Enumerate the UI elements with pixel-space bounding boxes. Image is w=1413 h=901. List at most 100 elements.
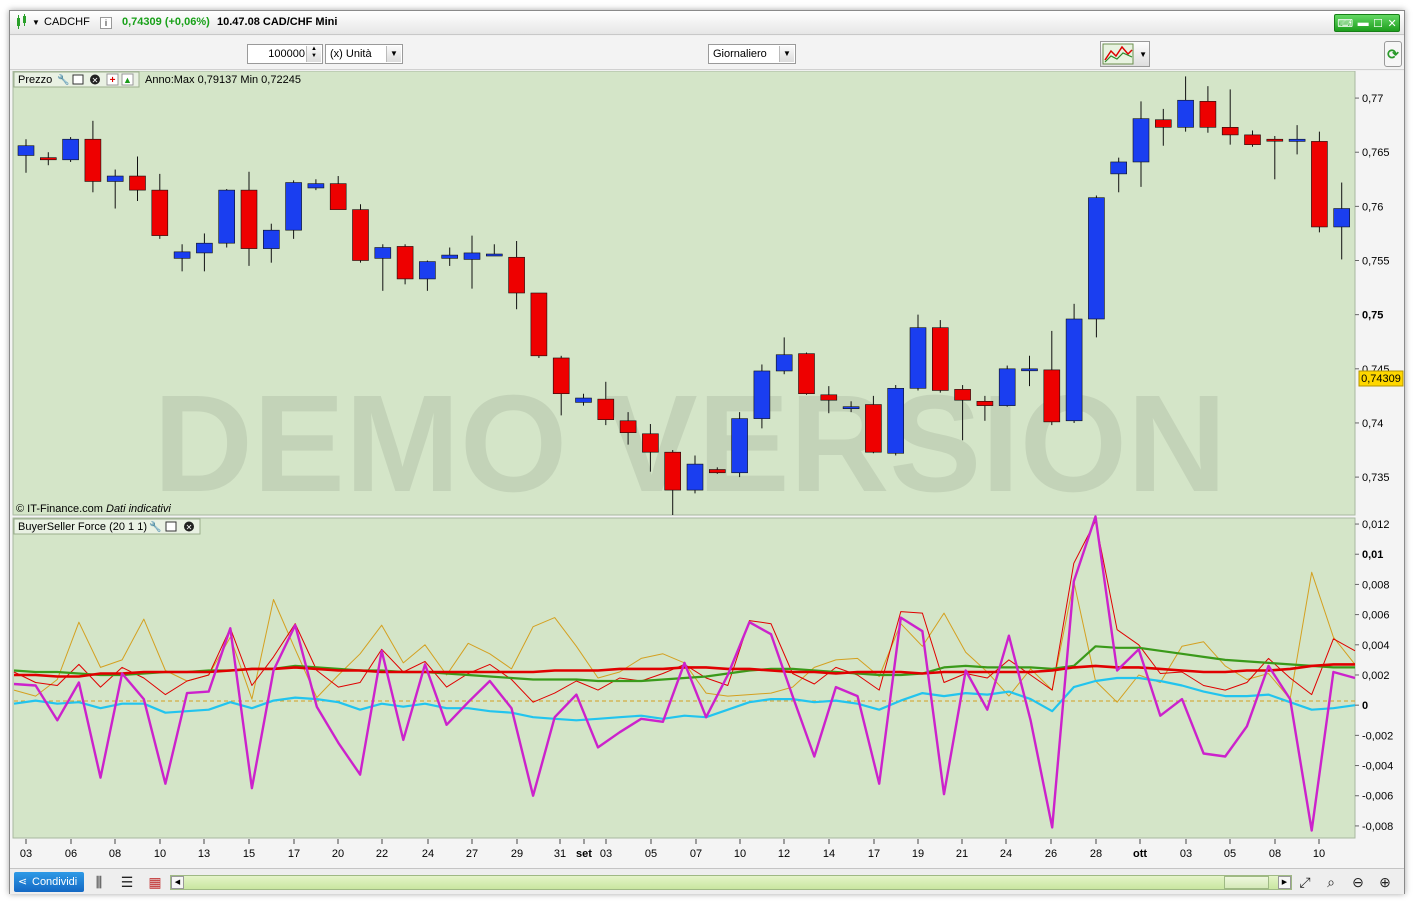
- y-tick-label: 0,006: [1362, 610, 1390, 622]
- candle-bear: [664, 451, 682, 491]
- zoom-out-icon[interactable]: ⊖: [1349, 873, 1367, 891]
- share-icon: ⋖: [18, 876, 28, 888]
- zoom-fit-icon[interactable]: ⌕: [1322, 873, 1340, 891]
- list-icon[interactable]: ☰: [118, 873, 136, 891]
- candle-bull: [263, 229, 280, 249]
- window-icon[interactable]: [72, 74, 84, 85]
- refresh-icon[interactable]: ⟳: [1384, 41, 1402, 67]
- grid-icon[interactable]: ▦: [146, 873, 164, 891]
- chevron-down-icon[interactable]: ▼: [386, 46, 401, 62]
- wrench-icon[interactable]: 🔧: [149, 520, 161, 533]
- wrench-icon[interactable]: 🔧: [57, 73, 69, 86]
- y-tick-label: 0,01: [1362, 549, 1383, 561]
- indicator-title: BuyerSeller Force (20 1 1): [18, 521, 147, 533]
- maximize-icon[interactable]: ☐: [1373, 17, 1383, 30]
- unit-value: (x) Unità: [330, 48, 372, 60]
- candle-bull: [731, 418, 748, 474]
- candle-bull: [842, 406, 860, 410]
- x-tick-label: 26: [1045, 848, 1057, 860]
- stepper-arrows-icon[interactable]: ▲ ▼: [306, 46, 321, 62]
- y-tick-label: 0,77: [1362, 93, 1383, 105]
- x-tick-label: 24: [422, 848, 434, 860]
- candle-bear: [552, 357, 570, 395]
- bottom-bar: ⋖ Condividi ⫼ ☰ ▦ ◀ ▶ ⤢ ⌕ ⊖ ⊕: [10, 868, 1404, 894]
- x-tick-label: 15: [243, 848, 255, 860]
- candle-bear: [1199, 101, 1217, 128]
- x-tick-label: 10: [1313, 848, 1325, 860]
- candle-bull: [106, 175, 124, 182]
- scroll-left-icon[interactable]: ◀: [171, 876, 184, 889]
- chevron-down-icon[interactable]: ▼: [1139, 50, 1147, 59]
- candle-bull: [218, 189, 235, 244]
- candle-bear: [1043, 369, 1061, 423]
- unit-select[interactable]: (x) Unità ▼: [325, 44, 403, 64]
- credit: © IT-Finance.com: [16, 503, 103, 515]
- candle-bull: [1288, 138, 1306, 142]
- candle-bear: [396, 246, 414, 280]
- x-tick-label: 22: [376, 848, 388, 860]
- minimize-icon[interactable]: ▬: [1358, 17, 1369, 29]
- candle-bear: [820, 394, 838, 401]
- candle-bull: [1088, 197, 1105, 320]
- chart-style-button[interactable]: ▼: [1100, 41, 1150, 67]
- y-tick-label: -0,002: [1362, 730, 1393, 742]
- keyboard-icon[interactable]: ⌨: [1337, 17, 1353, 30]
- x-tick-label: 17: [868, 848, 880, 860]
- horizontal-scrollbar[interactable]: ◀ ▶: [170, 875, 1292, 890]
- y-tick-label: -0,004: [1362, 761, 1393, 773]
- x-tick-label: 14: [823, 848, 835, 860]
- x-tick-label: 27: [466, 848, 478, 860]
- pointer-tool-icon[interactable]: ⤢: [1296, 873, 1314, 891]
- candle-bull: [173, 251, 191, 259]
- scroll-right-icon[interactable]: ▶: [1278, 876, 1291, 889]
- x-tick-label: 24: [1000, 848, 1012, 860]
- chevron-down-icon[interactable]: ▼: [779, 46, 794, 62]
- candle-bear: [597, 398, 615, 421]
- up-arrow-glyph: ▲: [123, 75, 132, 85]
- x-tick-label: 03: [600, 848, 612, 860]
- candle-bull: [463, 252, 481, 260]
- y-tick-label: 0: [1362, 700, 1368, 712]
- symbol-dropdown-icon[interactable]: ▼: [32, 18, 40, 27]
- zoom-in-icon[interactable]: ⊕: [1376, 873, 1394, 891]
- order-toolbar: 100000 ▲ ▼ (x) Unità ▼ Giornaliero ▼ ▼ ⟳: [10, 36, 1404, 70]
- x-tick-label: 10: [734, 848, 746, 860]
- quantity-stepper[interactable]: 100000 ▲ ▼: [247, 44, 323, 64]
- candle-bear: [865, 404, 882, 453]
- y-tick-label: 0,755: [1362, 256, 1390, 268]
- title-bar: ▼ CADCHF i 0,74309 (+0,06%) 10.47.08 CAD…: [10, 11, 1404, 35]
- price-panel-title: Prezzo: [18, 74, 52, 86]
- window-icon[interactable]: [165, 521, 177, 532]
- window-controls: ⌨ ▬ ☐ ✕: [1334, 14, 1400, 32]
- info-icon[interactable]: i: [100, 17, 112, 29]
- x-tick-label: 12: [778, 848, 790, 860]
- x-tick-label: 17: [288, 848, 300, 860]
- y-tick-label: -0,006: [1362, 791, 1393, 803]
- close-panel-glyph: ✕: [92, 76, 99, 85]
- candle-bear: [151, 189, 169, 236]
- x-tick-label: 31: [554, 848, 566, 860]
- y-tick-label: 0,004: [1362, 640, 1390, 652]
- x-tick-label: 21: [956, 848, 968, 860]
- candles-icon[interactable]: ⫼: [90, 873, 108, 891]
- candle-bull: [1132, 118, 1150, 163]
- quantity-value: 100000: [268, 48, 305, 60]
- scroll-thumb[interactable]: [1224, 876, 1269, 889]
- y-tick-label: 0,002: [1362, 670, 1390, 682]
- x-tick-label: 08: [109, 848, 121, 860]
- share-button[interactable]: ⋖ Condividi: [14, 872, 84, 892]
- close-icon[interactable]: ✕: [1388, 17, 1397, 30]
- timeframe-value: Giornaliero: [713, 48, 767, 60]
- candle-bear: [1221, 127, 1239, 136]
- candle-bull: [1333, 208, 1350, 228]
- candle-bear: [39, 157, 57, 161]
- timeframe-select[interactable]: Giornaliero ▼: [708, 44, 796, 64]
- candle-bear: [954, 389, 971, 401]
- share-label: Condividi: [32, 876, 78, 888]
- x-tick-label: 20: [332, 848, 344, 860]
- chart-type-icon[interactable]: [16, 14, 30, 30]
- symbol-name[interactable]: CADCHF: [44, 16, 90, 28]
- candle-bull: [62, 138, 79, 161]
- x-tick-label: 07: [690, 848, 702, 860]
- candle-bear: [352, 209, 369, 261]
